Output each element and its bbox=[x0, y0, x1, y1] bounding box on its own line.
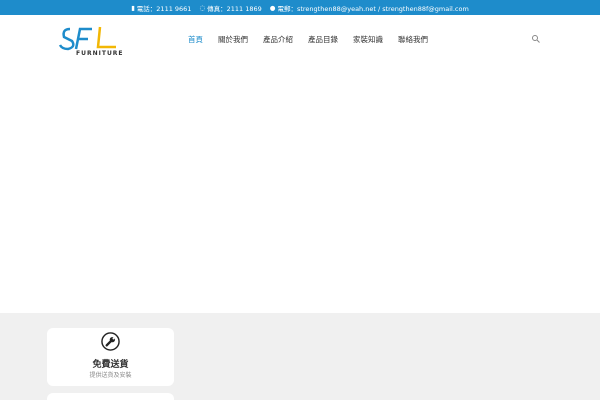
nav-about[interactable]: 關於我們 bbox=[218, 34, 248, 45]
main-nav: 首頁 關於我們 產品介紹 產品目錄 家裝知識 聯絡我們 bbox=[188, 34, 428, 45]
whatsapp-icon: ◌ bbox=[199, 3, 206, 12]
nav-catalog[interactable]: 產品目錄 bbox=[308, 34, 338, 45]
feature-card-free-delivery[interactable]: 免費送貨 提供送貨及安裝 bbox=[47, 328, 174, 386]
nav-products[interactable]: 產品介紹 bbox=[263, 34, 293, 45]
feature-subtitle: 提供送貨及安裝 bbox=[89, 372, 132, 379]
contact-bar: ▮ 電話：2111 9661 ◌ 傳真：2111 1869 ● 電郵：strength… bbox=[0, 0, 600, 15]
logo-subtext: FURNITURE bbox=[76, 50, 124, 57]
wrench-icon bbox=[101, 332, 120, 351]
nav-knowledge[interactable]: 家裝知識 bbox=[353, 34, 383, 45]
feature-title: 免費送貨 bbox=[92, 360, 129, 370]
phone-info: ▮ 電話：2111 9661 bbox=[131, 3, 192, 13]
location-pin-icon: ● bbox=[269, 3, 276, 12]
email-info[interactable]: ● 電郵：strengthen88@yeah.net / strengthen88… bbox=[270, 3, 469, 13]
site-header: FURNITURE 首頁 關於我們 產品介紹 產品目錄 家裝知識 聯絡我們 bbox=[0, 15, 600, 65]
logo[interactable] bbox=[58, 23, 120, 51]
nav-contact[interactable]: 聯絡我們 bbox=[398, 34, 428, 45]
fax-info: ◌ 傳真：2111 1869 bbox=[199, 3, 262, 13]
nav-home[interactable]: 首頁 bbox=[188, 34, 203, 45]
phone-icon: ▮ bbox=[131, 3, 135, 12]
feature-card[interactable] bbox=[47, 393, 174, 413]
search-icon[interactable] bbox=[531, 34, 541, 44]
